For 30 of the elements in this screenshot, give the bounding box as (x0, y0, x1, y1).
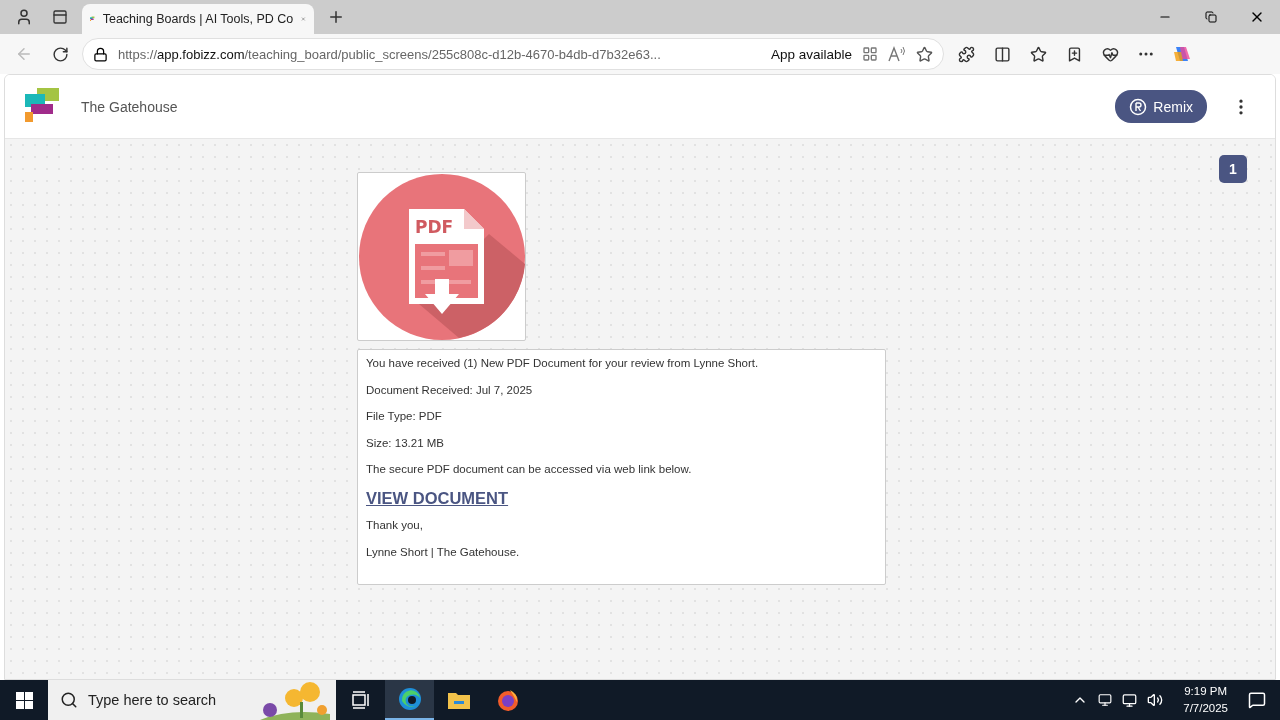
message-text: Size: 13.21 MB (366, 435, 445, 451)
search-icon (60, 691, 78, 709)
address-bar[interactable]: https://app.fobizz.com/teaching_board/public_screens/255c808c-d12b-4670-b4db-d7b32e63... App available (82, 38, 944, 70)
message-text: File Type: PDF (366, 409, 443, 424)
pdf-download-drawing: PDF (358, 173, 525, 340)
favorite-star-icon[interactable] (916, 45, 933, 63)
edge-taskbar-icon[interactable] (385, 680, 434, 720)
browser-tab[interactable]: Teaching Boards | AI Tools, PD Co (82, 4, 314, 34)
message-text: You have received (1) New PDF Document for your review from Lynne Short. (366, 356, 760, 371)
app-available-label: App available (770, 46, 852, 62)
message-text: Lynne Short | The Gatehouse. (366, 544, 521, 560)
taskbar-clock[interactable]: 9:19 PM 7/7/2025 (1183, 683, 1228, 717)
message-text: Thank you, (366, 518, 424, 533)
lock-icon (93, 46, 108, 62)
message-text: Document Received: Jul 7, 2025 (366, 382, 534, 398)
flowers-icon (260, 680, 330, 720)
remix-icon (1129, 97, 1148, 116)
network-icon[interactable] (1122, 692, 1138, 708)
view-document-link[interactable]: VIEW DOCUMENT (366, 487, 877, 508)
app-install-icon[interactable] (862, 46, 878, 62)
taskbar-search-field[interactable]: Type here to search (48, 680, 336, 720)
read-aloud-icon[interactable] (888, 46, 906, 62)
tab-title: Teaching Boards | AI Tools, PD Co (102, 12, 294, 26)
notifications-icon[interactable] (1248, 691, 1266, 709)
url-text: https://app.fobizz.com/teaching_board/public_screens/255c808c-d12b-4670-b4db-d7b32e63... (118, 46, 662, 62)
board-title: The Gatehouse (81, 98, 178, 115)
page-number-badge: 1 (1219, 155, 1247, 183)
remix-button[interactable]: Remix (1115, 90, 1207, 123)
volume-icon[interactable] (1147, 692, 1164, 708)
message-text: The secure PDF document can be accessed via web link below. (366, 462, 693, 477)
